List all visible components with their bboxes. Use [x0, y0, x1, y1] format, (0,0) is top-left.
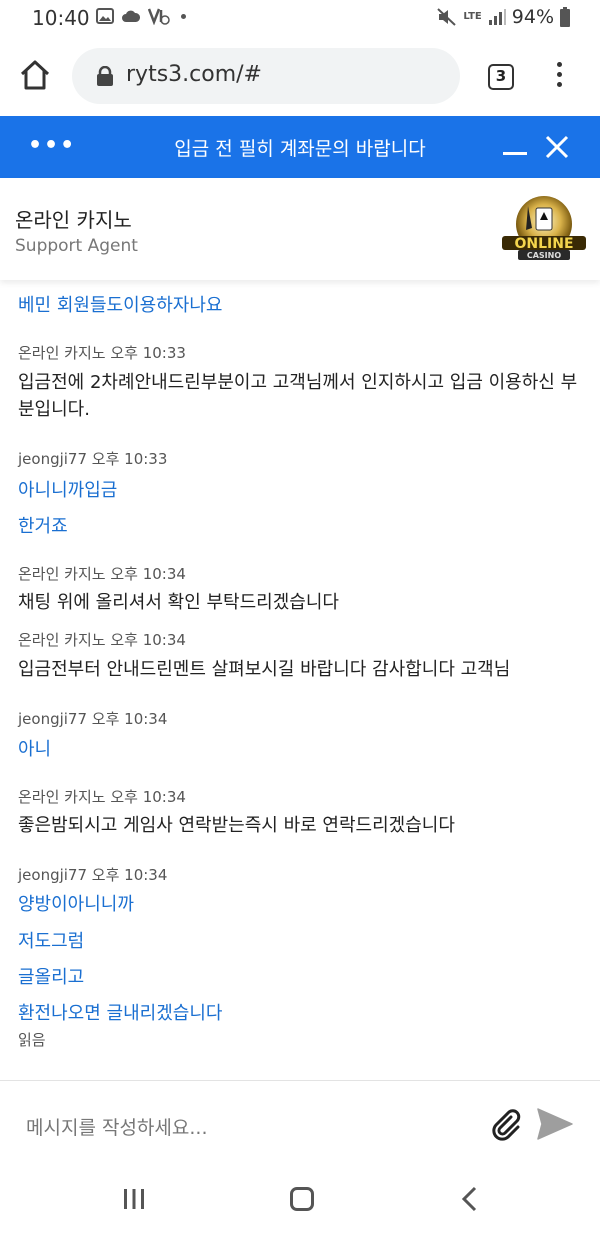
image-icon	[96, 8, 114, 24]
message-meta: 온라인 카지노 오후 10:34	[18, 788, 186, 806]
lock-icon	[97, 66, 113, 86]
message-meta: 온라인 카지노 오후 10:34	[18, 631, 186, 649]
send-icon[interactable]	[536, 1107, 574, 1141]
svg-text:ONLINE: ONLINE	[514, 236, 573, 252]
message-meta: 온라인 카지노 오후 10:34	[18, 565, 186, 583]
home-icon[interactable]	[18, 58, 52, 92]
user-message: 환전나오면 글내리겠습니다	[18, 1003, 223, 1024]
chat-header-title: 입금 전 필히 계좌문의 바랍니다	[174, 138, 426, 160]
status-time: 10:40	[32, 6, 90, 30]
recent-apps-icon[interactable]	[122, 1188, 146, 1210]
message-meta: jeongji77 오후 10:34	[18, 710, 168, 728]
battery-level: 94%	[511, 6, 554, 28]
tab-switcher-button[interactable]: 3	[488, 64, 514, 90]
status-bar: 10:40 LTE 94%	[0, 0, 600, 36]
svg-text:CASINO: CASINO	[527, 251, 561, 260]
message-input[interactable]: 메시지를 작성하세요...	[26, 1113, 207, 1140]
vpn-icon	[148, 8, 170, 25]
address-bar[interactable]: ryts3.com/#	[72, 48, 460, 104]
read-receipt: 읽음	[18, 1031, 46, 1049]
browser-toolbar: ryts3.com/# 3	[0, 36, 600, 116]
message-meta: jeongji77 오후 10:34	[18, 866, 168, 884]
casino-logo: ONLINE CASINO	[502, 196, 586, 260]
url-text: ryts3.com/#	[126, 62, 262, 87]
chat-header: ••• 입금 전 필히 계좌문의 바랍니다	[0, 116, 600, 178]
user-message: 글올리고	[18, 967, 85, 988]
mute-icon	[437, 8, 457, 26]
network-type: LTE	[463, 11, 482, 22]
user-message: 한거죠	[18, 516, 68, 537]
agent-name: 온라인 카지노	[15, 208, 132, 232]
agent-role: Support Agent	[15, 236, 138, 256]
user-message: 저도그럼	[18, 931, 85, 952]
user-message: 베민 회원들도이용하자나요	[18, 295, 223, 316]
browser-menu-icon[interactable]	[554, 62, 564, 92]
agent-message: 입금전부터 안내드린멘트 살펴보시길 바랍니다 감사합니다 고객님	[18, 659, 511, 680]
user-message: 아니니까입금	[18, 480, 118, 501]
signal-icon	[488, 9, 506, 25]
battery-icon	[560, 7, 570, 27]
system-icons: LTE 94%	[437, 6, 570, 28]
agent-info: 온라인 카지노 Support Agent ONLINE CASINO	[0, 178, 600, 280]
chat-messages: 베민 회원들도이용하자나요 온라인 카지노 오후 10:33 입금전에 2차례안…	[0, 280, 600, 1080]
agent-message: 입금전에 2차례안내드린부분이고 고객님께서 인지하시고 입금 이용하신 부분입…	[18, 372, 578, 420]
user-message: 양방이아니니까	[18, 894, 134, 915]
home-nav-icon[interactable]	[290, 1187, 314, 1211]
message-composer: 메시지를 작성하세요...	[0, 1080, 600, 1164]
notification-icons	[96, 7, 186, 25]
minimize-icon[interactable]	[503, 152, 527, 155]
message-meta: jeongji77 오후 10:33	[18, 450, 168, 468]
close-icon[interactable]	[544, 134, 570, 160]
attachment-icon[interactable]	[489, 1107, 523, 1141]
agent-message: 채팅 위에 올리셔서 확인 부탁드리겠습니다	[18, 592, 339, 613]
message-meta: 온라인 카지노 오후 10:33	[18, 344, 186, 362]
cloud-icon	[122, 10, 141, 22]
system-navigation-bar	[0, 1164, 600, 1233]
user-message: 아니	[18, 739, 52, 760]
more-notifications-dot	[181, 13, 186, 19]
agent-message: 좋은밤되시고 게임사 연락받는즉시 바로 연락드리겠습니다	[18, 815, 455, 836]
back-icon[interactable]	[460, 1186, 478, 1212]
